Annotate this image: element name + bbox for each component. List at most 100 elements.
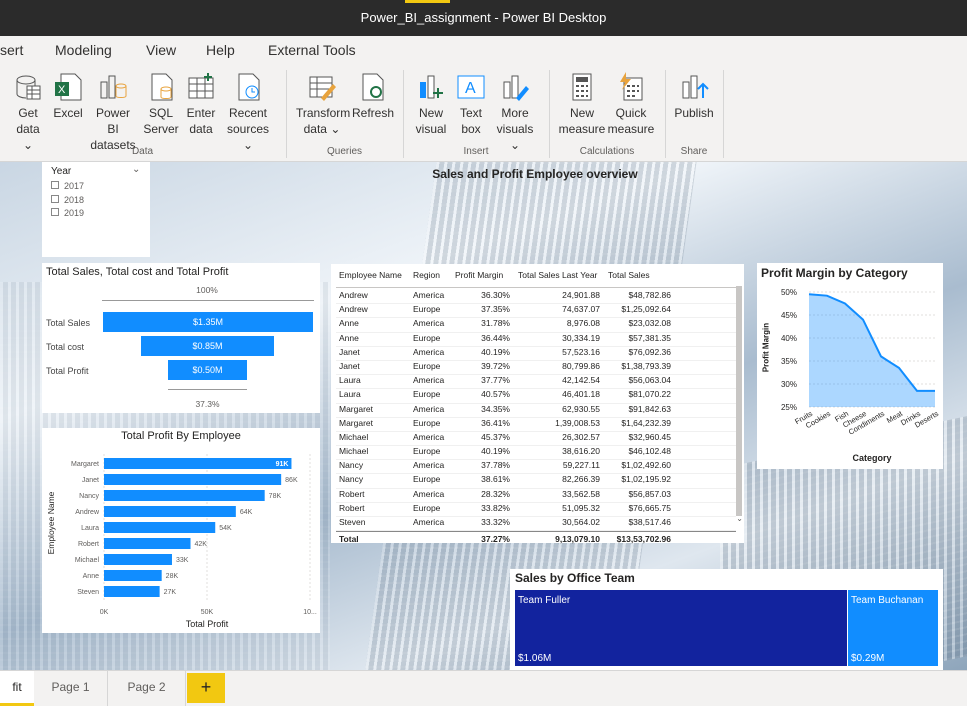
employee-profit-chart[interactable]: Total Profit By Employee Employee Name 0…	[42, 428, 320, 633]
table-row[interactable]: Anne America 31.78% 8,976.08 $23,032.08	[336, 318, 736, 333]
table-row[interactable]: Steven America 33.32% 30,564.02 $38,517.46	[336, 517, 736, 532]
funnel-bar-profit[interactable]: $0.50M	[168, 360, 247, 380]
add-page-button[interactable]: +	[187, 673, 225, 703]
table-total-row[interactable]: Total 37.27% 9,13,079.10 $13,53,702.96	[336, 531, 736, 546]
more-visuals-button[interactable]: More visuals ⌄	[492, 72, 538, 153]
data-label: 33K	[176, 557, 189, 564]
quick-measure-button[interactable]: Quick measure	[607, 72, 655, 137]
table-row[interactable]: Janet Europe 39.72% 80,799.86 $1,38,793.39	[336, 360, 736, 376]
calculator-icon	[567, 72, 597, 102]
enter-data-button[interactable]: Enter data	[184, 72, 218, 137]
table-cell: Nancy	[339, 474, 364, 485]
menu-view[interactable]: View	[146, 42, 176, 58]
table-cell: America	[413, 488, 445, 499]
table-cell: Laura	[339, 375, 361, 386]
table-row[interactable]: Michael Europe 40.19% 38,616.20 $46,102.48	[336, 446, 736, 461]
sql-server-button[interactable]: SQL Server	[143, 72, 179, 137]
table-row[interactable]: Robert America 28.32% 33,562.58 $56,857.03	[336, 489, 736, 503]
table-cell: Margaret	[339, 417, 374, 428]
table-cell: Europe	[413, 360, 441, 371]
ribbon-separator	[723, 70, 724, 158]
table-row[interactable]: Nancy Europe 38.61% 82,266.39 $1,02,195.92	[336, 474, 736, 489]
funnel-label: Total Profit	[46, 366, 89, 376]
table-cell: Europe	[413, 417, 441, 428]
table-row[interactable]: Margaret America 34.35% 62,930.55 $91,842.63	[336, 404, 736, 418]
table-cell: 40.19%	[481, 446, 510, 457]
checkbox[interactable]	[51, 181, 59, 189]
get-data-button[interactable]: Get data ⌄	[10, 72, 46, 153]
window-title: Power_BI_assignment - Power BI Desktop	[360, 10, 607, 25]
funnel-bar-cost[interactable]: $0.85M	[141, 336, 274, 356]
table-cell: 37.77%	[481, 375, 510, 386]
table-row[interactable]: Robert Europe 33.82% 51,095.32 $76,665.75	[336, 503, 736, 517]
table-cell: $32,960.45	[628, 431, 671, 442]
publish-button[interactable]: Publish	[672, 72, 716, 121]
checkbox[interactable]	[51, 208, 59, 216]
table-header[interactable]: Employee Name Region Profit Margin Total Sa…	[336, 270, 736, 288]
year-slicer[interactable]: Year ⌄ 2017 2018 2019	[42, 162, 150, 257]
table-cell: $57,381.35	[628, 332, 671, 343]
slicer-item[interactable]: 2017	[51, 180, 84, 194]
refresh-button[interactable]: Refresh	[352, 72, 394, 121]
excel-button[interactable]: X Excel	[52, 72, 84, 121]
text-box-button[interactable]: A Text box	[454, 72, 488, 137]
tab-page-1[interactable]: Page 1	[34, 671, 108, 706]
table-row[interactable]: Nancy America 37.78% 59,227.11 $1,02,492.60	[336, 460, 736, 475]
y-tick-label: Steven	[77, 589, 99, 596]
table-cell: 82,266.39	[562, 474, 600, 485]
table-cell: 40.57%	[481, 389, 510, 400]
table-cell: 30,564.02	[562, 517, 600, 527]
table-cell: $1,38,793.39	[621, 360, 671, 371]
group-data: Data	[131, 146, 154, 157]
funnel-top-pct: 100%	[196, 285, 218, 295]
new-visual-button[interactable]: New visual	[413, 72, 449, 137]
funnel-bottom-line	[168, 389, 247, 390]
title-bar: Power_BI_assignment - Power BI Desktop	[0, 0, 967, 36]
table-cell: 31.78%	[481, 318, 510, 329]
menu-insert[interactable]: sert	[0, 42, 23, 58]
chevron-down-icon[interactable]: ⌄	[132, 164, 140, 175]
table-row[interactable]: Anne Europe 36.44% 30,334.19 $57,381.35	[336, 333, 736, 347]
tab-current[interactable]: fit	[0, 671, 34, 706]
bar	[104, 538, 191, 549]
table-row[interactable]: Andrew America 36.30% 24,901.88 $48,782.86	[336, 290, 736, 305]
table-row[interactable]: Michael America 45.37% 26,302.57 $32,960.45	[336, 431, 736, 447]
treemap-tile-buchanan[interactable]: Team Buchanan $0.29M	[848, 590, 938, 666]
table-row[interactable]: Laura America 37.77% 42,142.54 $56,063.04	[336, 375, 736, 390]
title-accent	[405, 0, 450, 3]
slicer-item[interactable]: 2019	[51, 207, 84, 221]
y-tick-label: 25%	[781, 403, 797, 412]
table-row[interactable]: Laura Europe 40.57% 46,401.18 $81,070.22	[336, 389, 736, 404]
funnel-chart[interactable]: Total Sales, Total cost and Total Profit…	[42, 263, 320, 413]
table-cell: America	[413, 403, 445, 414]
treemap-tile-fuller[interactable]: Team Fuller $1.06M	[515, 590, 847, 666]
office-team-treemap[interactable]: Sales by Office Team Team Fuller $1.06M …	[510, 569, 943, 670]
transform-data-button[interactable]: Transform data ⌄	[296, 72, 350, 137]
power-bi-datasets-button[interactable]: Power BI datasets	[89, 72, 137, 153]
table-cell: Profit Margin	[455, 270, 504, 280]
menu-modeling[interactable]: Modeling	[55, 42, 112, 58]
menu-help[interactable]: Help	[206, 42, 235, 58]
funnel-bar-sales[interactable]: $1.35M	[103, 312, 313, 332]
table-icon	[186, 72, 216, 102]
new-measure-button[interactable]: New measure	[558, 72, 606, 137]
data-label: 27K	[164, 589, 177, 596]
group-share: Share	[680, 146, 708, 157]
group-insert: Insert	[463, 146, 489, 157]
recent-sources-button[interactable]: Recent sources ⌄	[222, 72, 274, 153]
table-row[interactable]: Margaret Europe 36.41% 1,39,008.53 $1,64,232…	[336, 418, 736, 432]
table-cell: 59,227.11	[562, 460, 600, 471]
menu-external-tools[interactable]: External Tools	[268, 42, 356, 58]
table-row[interactable]: Andrew Europe 37.35% 74,637.07 $1,25,092.64	[336, 304, 736, 319]
table-scrollbar[interactable]	[736, 286, 742, 516]
profit-margin-chart[interactable]: Profit Margin by Category Profit Margin …	[757, 263, 943, 469]
table-cell: $1,02,492.60	[621, 460, 671, 471]
table-row[interactable]: Janet America 40.19% 57,523.16 $76,092.36	[336, 347, 736, 361]
table-cell: Laura	[339, 389, 361, 400]
chevron-down-icon[interactable]: ⌄	[736, 514, 743, 523]
table-cell: $56,857.03	[628, 488, 671, 499]
tab-page-2[interactable]: Page 2	[108, 671, 186, 706]
checkbox[interactable]	[51, 194, 59, 203]
table-cell: $23,032.08	[628, 318, 671, 329]
slicer-item[interactable]: 2018	[51, 194, 84, 208]
